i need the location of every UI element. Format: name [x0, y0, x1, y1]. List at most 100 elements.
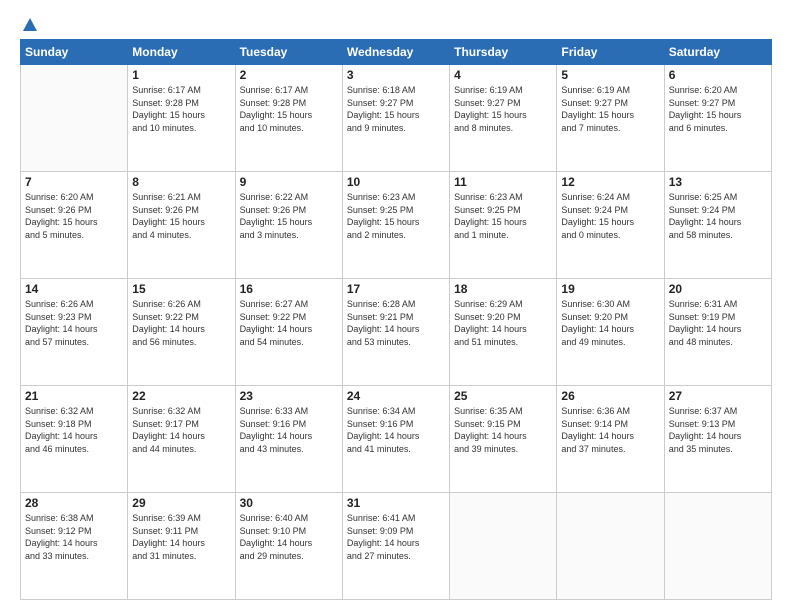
calendar-cell: 5 Sunrise: 6:19 AM Sunset: 9:27 PM Daylig…: [557, 65, 664, 172]
day-info: Sunrise: 6:23 AM Sunset: 9:25 PM Dayligh…: [347, 191, 445, 241]
day-info: Sunrise: 6:22 AM Sunset: 9:26 PM Dayligh…: [240, 191, 338, 241]
calendar-cell: 16 Sunrise: 6:27 AM Sunset: 9:22 PM Dayli…: [235, 279, 342, 386]
day-number: 14: [25, 282, 123, 296]
calendar-cell: [664, 493, 771, 600]
day-number: 26: [561, 389, 659, 403]
calendar-cell: 23Sunrise: 6:33 AM Sunset: 9:16 PM Dayli…: [235, 386, 342, 493]
day-number: 28: [25, 496, 123, 510]
day-info: Sunrise: 6:18 AM Sunset: 9:27 PM Dayligh…: [347, 84, 445, 134]
day-info: Sunrise: 6:36 AM Sunset: 9:14 PM Dayligh…: [561, 405, 659, 455]
calendar-cell: 3 Sunrise: 6:18 AM Sunset: 9:27 PM Daylig…: [342, 65, 449, 172]
day-number: 27: [669, 389, 767, 403]
day-number: 3: [347, 68, 445, 82]
weekday-header-thursday: Thursday: [450, 40, 557, 65]
calendar-cell: 11 Sunrise: 6:23 AM Sunset: 9:25 PM Dayli…: [450, 172, 557, 279]
day-info: Sunrise: 6:33 AM Sunset: 9:16 PM Dayligh…: [240, 405, 338, 455]
day-number: 17: [347, 282, 445, 296]
calendar-cell: 4Sunrise: 6:19 AM Sunset: 9:27 PM Daylig…: [450, 65, 557, 172]
week-row-0: 1 Sunrise: 6:17 AM Sunset: 9:28 PM Daylig…: [21, 65, 772, 172]
weekday-header-wednesday: Wednesday: [342, 40, 449, 65]
logo-triangle-icon: [23, 18, 37, 31]
day-number: 6: [669, 68, 767, 82]
day-info: Sunrise: 6:26 AM Sunset: 9:22 PM Dayligh…: [132, 298, 230, 348]
calendar-cell: 25 Sunrise: 6:35 AM Sunset: 9:15 PM Dayli…: [450, 386, 557, 493]
day-info: Sunrise: 6:27 AM Sunset: 9:22 PM Dayligh…: [240, 298, 338, 348]
day-number: 19: [561, 282, 659, 296]
calendar-cell: 27 Sunrise: 6:37 AM Sunset: 9:13 PM Dayli…: [664, 386, 771, 493]
day-info: Sunrise: 6:34 AM Sunset: 9:16 PM Dayligh…: [347, 405, 445, 455]
calendar-cell: 8Sunrise: 6:21 AM Sunset: 9:26 PM Daylig…: [128, 172, 235, 279]
calendar-cell: 20 Sunrise: 6:31 AM Sunset: 9:19 PM Dayli…: [664, 279, 771, 386]
calendar-cell: 14 Sunrise: 6:26 AM Sunset: 9:23 PM Dayli…: [21, 279, 128, 386]
day-number: 25: [454, 389, 552, 403]
day-info: Sunrise: 6:38 AM Sunset: 9:12 PM Dayligh…: [25, 512, 123, 562]
calendar-cell: 21Sunrise: 6:32 AM Sunset: 9:18 PM Dayli…: [21, 386, 128, 493]
day-info: Sunrise: 6:24 AM Sunset: 9:24 PM Dayligh…: [561, 191, 659, 241]
calendar-cell: [21, 65, 128, 172]
calendar-cell: [450, 493, 557, 600]
calendar-cell: 31Sunrise: 6:41 AM Sunset: 9:09 PM Dayli…: [342, 493, 449, 600]
day-number: 22: [132, 389, 230, 403]
week-row-4: 28 Sunrise: 6:38 AM Sunset: 9:12 PM Dayli…: [21, 493, 772, 600]
day-info: Sunrise: 6:39 AM Sunset: 9:11 PM Dayligh…: [132, 512, 230, 562]
day-number: 12: [561, 175, 659, 189]
week-row-3: 21Sunrise: 6:32 AM Sunset: 9:18 PM Dayli…: [21, 386, 772, 493]
day-info: Sunrise: 6:28 AM Sunset: 9:21 PM Dayligh…: [347, 298, 445, 348]
day-info: Sunrise: 6:32 AM Sunset: 9:17 PM Dayligh…: [132, 405, 230, 455]
day-info: Sunrise: 6:17 AM Sunset: 9:28 PM Dayligh…: [132, 84, 230, 134]
day-info: Sunrise: 6:20 AM Sunset: 9:26 PM Dayligh…: [25, 191, 123, 241]
header: [20, 18, 772, 29]
day-number: 20: [669, 282, 767, 296]
day-number: 31: [347, 496, 445, 510]
day-number: 11: [454, 175, 552, 189]
calendar-cell: [557, 493, 664, 600]
calendar-cell: 6 Sunrise: 6:20 AM Sunset: 9:27 PM Daylig…: [664, 65, 771, 172]
calendar-cell: 28 Sunrise: 6:38 AM Sunset: 9:12 PM Dayli…: [21, 493, 128, 600]
calendar-cell: 12 Sunrise: 6:24 AM Sunset: 9:24 PM Dayli…: [557, 172, 664, 279]
calendar-cell: 13Sunrise: 6:25 AM Sunset: 9:24 PM Dayli…: [664, 172, 771, 279]
day-info: Sunrise: 6:30 AM Sunset: 9:20 PM Dayligh…: [561, 298, 659, 348]
day-info: Sunrise: 6:25 AM Sunset: 9:24 PM Dayligh…: [669, 191, 767, 241]
day-number: 21: [25, 389, 123, 403]
week-row-2: 14 Sunrise: 6:26 AM Sunset: 9:23 PM Dayli…: [21, 279, 772, 386]
calendar-cell: 17 Sunrise: 6:28 AM Sunset: 9:21 PM Dayli…: [342, 279, 449, 386]
weekday-header-saturday: Saturday: [664, 40, 771, 65]
day-number: 9: [240, 175, 338, 189]
day-number: 5: [561, 68, 659, 82]
calendar-cell: 29 Sunrise: 6:39 AM Sunset: 9:11 PM Dayli…: [128, 493, 235, 600]
day-number: 29: [132, 496, 230, 510]
day-info: Sunrise: 6:35 AM Sunset: 9:15 PM Dayligh…: [454, 405, 552, 455]
day-info: Sunrise: 6:37 AM Sunset: 9:13 PM Dayligh…: [669, 405, 767, 455]
day-info: Sunrise: 6:29 AM Sunset: 9:20 PM Dayligh…: [454, 298, 552, 348]
day-number: 15: [132, 282, 230, 296]
day-number: 7: [25, 175, 123, 189]
calendar-cell: 22 Sunrise: 6:32 AM Sunset: 9:17 PM Dayli…: [128, 386, 235, 493]
week-row-1: 7 Sunrise: 6:20 AM Sunset: 9:26 PM Daylig…: [21, 172, 772, 279]
day-info: Sunrise: 6:23 AM Sunset: 9:25 PM Dayligh…: [454, 191, 552, 241]
day-info: Sunrise: 6:26 AM Sunset: 9:23 PM Dayligh…: [25, 298, 123, 348]
day-number: 10: [347, 175, 445, 189]
calendar-cell: 1 Sunrise: 6:17 AM Sunset: 9:28 PM Daylig…: [128, 65, 235, 172]
day-info: Sunrise: 6:31 AM Sunset: 9:19 PM Dayligh…: [669, 298, 767, 348]
calendar-cell: 24Sunrise: 6:34 AM Sunset: 9:16 PM Dayli…: [342, 386, 449, 493]
day-info: Sunrise: 6:40 AM Sunset: 9:10 PM Dayligh…: [240, 512, 338, 562]
calendar-cell: 15 Sunrise: 6:26 AM Sunset: 9:22 PM Dayli…: [128, 279, 235, 386]
day-number: 2: [240, 68, 338, 82]
logo: [20, 18, 37, 29]
weekday-header-friday: Friday: [557, 40, 664, 65]
day-info: Sunrise: 6:19 AM Sunset: 9:27 PM Dayligh…: [454, 84, 552, 134]
calendar-cell: 26 Sunrise: 6:36 AM Sunset: 9:14 PM Dayli…: [557, 386, 664, 493]
weekday-header-monday: Monday: [128, 40, 235, 65]
calendar-cell: 19 Sunrise: 6:30 AM Sunset: 9:20 PM Dayli…: [557, 279, 664, 386]
day-info: Sunrise: 6:20 AM Sunset: 9:27 PM Dayligh…: [669, 84, 767, 134]
day-number: 30: [240, 496, 338, 510]
page: SundayMondayTuesdayWednesdayThursdayFrid…: [0, 0, 792, 612]
weekday-header-sunday: Sunday: [21, 40, 128, 65]
day-number: 16: [240, 282, 338, 296]
day-info: Sunrise: 6:21 AM Sunset: 9:26 PM Dayligh…: [132, 191, 230, 241]
calendar-cell: 18Sunrise: 6:29 AM Sunset: 9:20 PM Dayli…: [450, 279, 557, 386]
calendar-table: SundayMondayTuesdayWednesdayThursdayFrid…: [20, 39, 772, 600]
weekday-header-row: SundayMondayTuesdayWednesdayThursdayFrid…: [21, 40, 772, 65]
day-number: 1: [132, 68, 230, 82]
day-info: Sunrise: 6:19 AM Sunset: 9:27 PM Dayligh…: [561, 84, 659, 134]
